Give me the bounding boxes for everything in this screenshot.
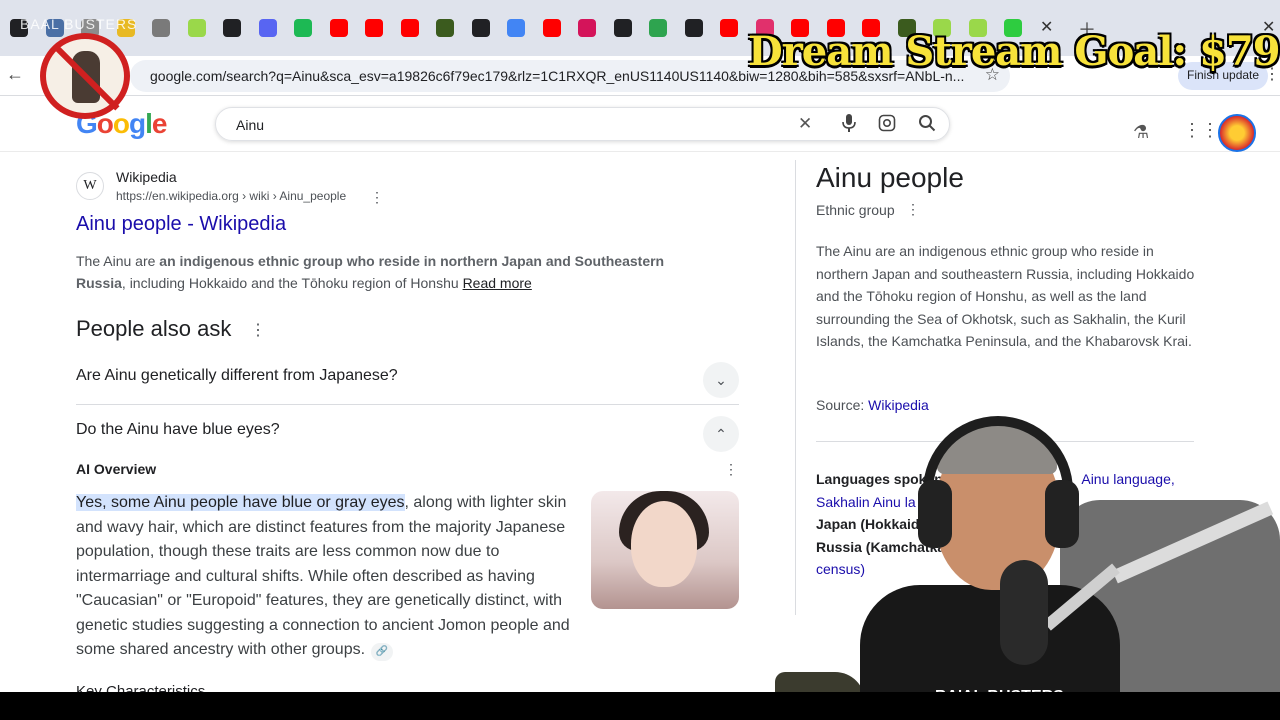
tab-favicon-icon[interactable] [294, 19, 312, 37]
result-site-name[interactable]: Wikipedia [116, 169, 177, 185]
tab-favicon-icon[interactable] [471, 19, 490, 37]
link-icon[interactable]: 🔗 [371, 643, 394, 661]
paa-question-text[interactable]: Are Ainu genetically different from Japa… [76, 367, 398, 385]
people-also-ask-title: People also ask [76, 316, 232, 341]
headphone-right [1045, 480, 1079, 548]
knowledge-panel-title: Ainu people [816, 162, 964, 193]
tab-favicon-icon[interactable] [684, 19, 703, 37]
image-face [631, 501, 697, 587]
tab-favicon-icon[interactable] [720, 19, 738, 37]
search-icon[interactable] [918, 114, 936, 137]
search-input[interactable]: Ainu [236, 117, 264, 133]
microphone-icon[interactable] [842, 114, 856, 137]
search-box[interactable]: Ainu ✕ [215, 107, 950, 141]
tab-favicon-icon[interactable] [329, 19, 348, 37]
tab-favicon-icon[interactable] [187, 19, 206, 37]
paa-question-expanded[interactable]: Do the Ainu have blue eyes? ⌃ [76, 405, 739, 459]
snippet-start: The Ainu are [76, 253, 160, 269]
paa-question-text[interactable]: Do the Ainu have blue eyes? [76, 421, 280, 439]
ai-overview-text: Yes, some Ainu people have blue or gray … [76, 491, 586, 663]
tab-favicon-icon[interactable] [223, 19, 241, 37]
tab-favicon-icon[interactable] [649, 19, 667, 37]
google-header: Google Ainu ✕ ⚗ ⋮⋮⋮ [0, 96, 1280, 152]
bottom-black-bar [0, 692, 1280, 720]
ai-overview-options-icon[interactable]: ⋮ [724, 461, 738, 478]
ai-overview-body: , along with lighter skin and wavy hair,… [76, 494, 570, 658]
tab-favicon-icon[interactable] [400, 19, 419, 37]
tab-favicon-icon[interactable] [613, 19, 632, 37]
account-avatar[interactable] [1218, 114, 1256, 152]
ai-overview-highlight: Yes, some Ainu people have blue or gray … [76, 494, 405, 511]
result-url[interactable]: https://en.wikipedia.org › wiki › Ainu_p… [116, 189, 346, 203]
snippet-end: , including Hokkaido and the Tōhoku regi… [121, 275, 463, 291]
tab-favicon-icon[interactable] [436, 19, 454, 37]
knowledge-panel-subtitle: Ethnic group [816, 202, 895, 218]
labs-flask-icon[interactable]: ⚗ [1133, 122, 1149, 143]
lens-camera-icon[interactable] [878, 114, 896, 137]
chevron-up-icon[interactable]: ⌃ [703, 416, 739, 452]
ban-logo [40, 33, 130, 119]
webcam-overlay: BA'AL BUSTERS [775, 410, 1280, 720]
stream-goal-text: Dream Stream Goal: $79 [748, 28, 1280, 75]
stream-brand-text: BAAL BUSTERS [20, 16, 138, 32]
tab-favicon-icon[interactable] [578, 19, 596, 37]
microphone [1000, 560, 1048, 665]
knowledge-panel-description: The Ainu are an indigenous ethnic group … [816, 243, 1195, 349]
tab-favicon-icon[interactable] [365, 19, 383, 37]
ai-overview-label: AI Overview [76, 461, 157, 477]
clear-icon[interactable]: ✕ [798, 114, 812, 134]
result-snippet: The Ainu are an indigenous ethnic group … [76, 250, 716, 294]
tab-favicon-icon[interactable] [507, 19, 525, 37]
ai-overview-image[interactable] [591, 491, 739, 609]
paa-question[interactable]: Are Ainu genetically different from Japa… [76, 351, 739, 405]
wikipedia-favicon-icon[interactable]: W [76, 172, 104, 200]
tab-favicon-icon[interactable] [258, 19, 277, 37]
back-arrow-icon[interactable]: ← [6, 64, 24, 85]
result-options-icon[interactable]: ⋮ [370, 189, 384, 206]
tab-favicon-icon[interactable] [542, 19, 561, 37]
read-more-link[interactable]: Read more [463, 275, 532, 291]
headphone-left [918, 480, 952, 548]
tab-favicon-icon[interactable] [152, 19, 170, 37]
result-title-link[interactable]: Ainu people - Wikipedia [76, 213, 286, 236]
chevron-down-icon[interactable]: ⌄ [703, 362, 739, 398]
paa-options-icon[interactable]: ⋮ [250, 320, 266, 340]
knowledge-panel-options-icon[interactable]: ⋮ [906, 201, 920, 218]
